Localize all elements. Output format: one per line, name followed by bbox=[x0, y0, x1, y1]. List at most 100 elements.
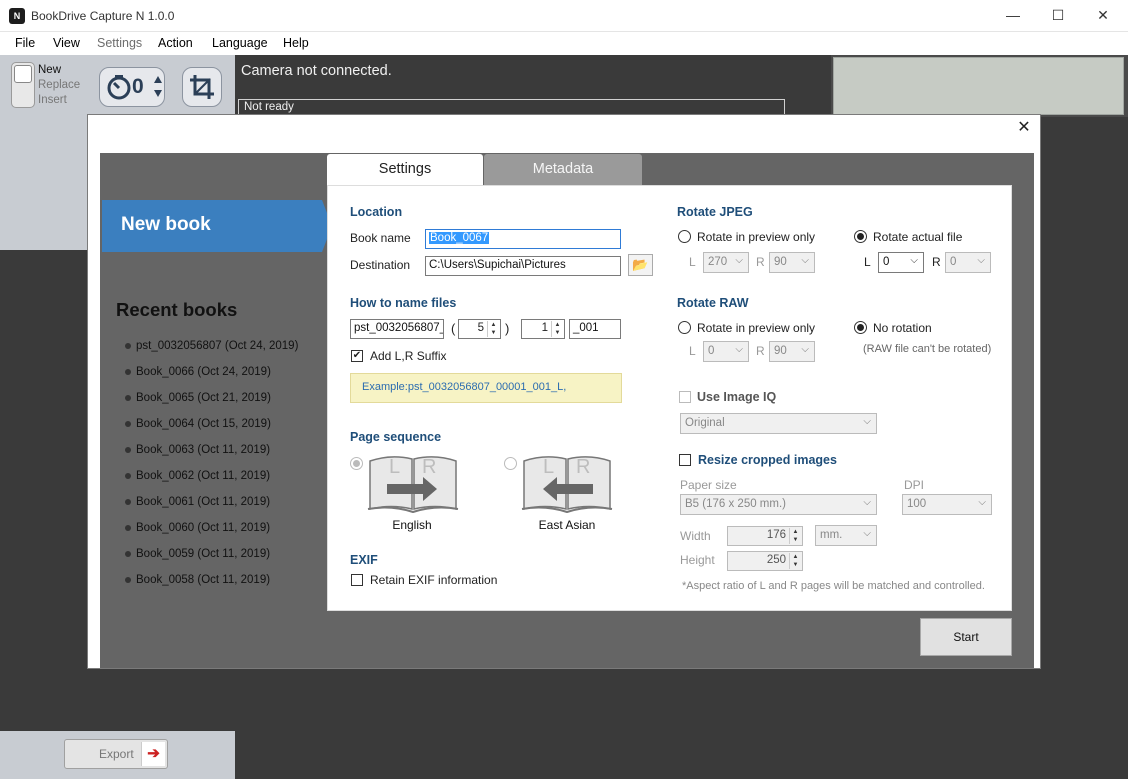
recent-book-item[interactable]: pst_0032056807 (Oct 24, 2019) bbox=[124, 339, 298, 365]
chevron-down-icon: ⌵ bbox=[735, 344, 743, 355]
destination-input[interactable]: C:\Users\Supichai\Pictures bbox=[425, 256, 621, 276]
self-timer-button[interactable]: 0 bbox=[99, 67, 165, 107]
retain-exif-checkbox[interactable] bbox=[351, 574, 363, 586]
dialog-close-icon[interactable]: ✕ bbox=[1014, 118, 1034, 138]
new-book-banner[interactable]: New book bbox=[102, 200, 332, 252]
raw-r-value: 90 bbox=[774, 345, 787, 357]
file-prefix-input[interactable]: pst_0032056807_ bbox=[350, 319, 444, 339]
english-book-icon[interactable] bbox=[367, 451, 459, 514]
destination-label: Destination bbox=[350, 258, 411, 272]
recent-books-list: pst_0032056807 (Oct 24, 2019) Book_0066 … bbox=[124, 339, 298, 599]
export-button[interactable]: Export ➔ bbox=[64, 739, 168, 769]
browse-folder-button[interactable]: 📂 bbox=[628, 254, 653, 276]
width-stepper[interactable]: 176 ▲ ▼ bbox=[727, 526, 803, 546]
start-button[interactable]: Start bbox=[920, 618, 1012, 656]
title-bar: N BookDrive Capture N 1.0.0 — ☐ ✕ bbox=[0, 0, 1128, 32]
close-paren: ) bbox=[505, 321, 510, 336]
raw-r-select[interactable]: 90 ⌵ bbox=[769, 341, 815, 362]
raw-preview-only-label: Rotate in preview only bbox=[697, 321, 816, 335]
unit-value: mm. bbox=[820, 529, 843, 541]
folder-icon: 📂 bbox=[632, 257, 649, 272]
raw-l-select[interactable]: 0 ⌵ bbox=[703, 341, 749, 362]
stepper-arrows-icon[interactable]: ▲ ▼ bbox=[487, 321, 499, 337]
app-icon: N bbox=[9, 8, 25, 24]
timer-icon bbox=[107, 75, 131, 100]
east-asian-sequence-radio[interactable] bbox=[504, 457, 517, 470]
jpeg-actual-file-radio[interactable] bbox=[854, 230, 867, 243]
paper-size-select[interactable]: B5 (176 x 250 mm.) ⌵ bbox=[680, 494, 877, 515]
export-label: Export bbox=[99, 747, 134, 761]
crop-button[interactable] bbox=[182, 67, 222, 107]
digits-stepper[interactable]: 5 ▲ ▼ bbox=[458, 319, 501, 339]
resize-cropped-checkbox[interactable] bbox=[679, 454, 691, 466]
raw-preview-only-radio[interactable] bbox=[678, 321, 691, 334]
add-lr-suffix-label: Add L,R Suffix bbox=[370, 349, 447, 363]
menu-bar: File View Settings Action Language Help bbox=[0, 32, 1128, 55]
jpeg-actual-r-label: R bbox=[932, 255, 941, 269]
book-name-value: Book_0067 bbox=[429, 232, 490, 244]
mode-insert-label[interactable]: Insert bbox=[38, 94, 67, 106]
dpi-select[interactable]: 100 ⌵ bbox=[902, 494, 992, 515]
stepper-arrows-icon[interactable]: ▲ ▼ bbox=[551, 321, 563, 337]
east-asian-book-letter-r: R bbox=[576, 456, 591, 478]
raw-l-value: 0 bbox=[708, 345, 715, 357]
add-lr-suffix-checkbox[interactable]: ✔ bbox=[351, 350, 363, 362]
checkmark-icon: ✔ bbox=[352, 350, 362, 361]
recent-book-item[interactable]: Book_0063 (Oct 11, 2019) bbox=[124, 443, 298, 469]
naming-title: How to name files bbox=[350, 296, 457, 310]
image-iq-select[interactable]: Original ⌵ bbox=[680, 413, 877, 434]
mode-replace-label[interactable]: Replace bbox=[38, 79, 80, 91]
raw-no-rotation-radio[interactable] bbox=[854, 321, 867, 334]
preview-thumbnail bbox=[833, 57, 1124, 115]
east-asian-book-icon[interactable] bbox=[521, 451, 613, 514]
english-book-letter-l: L bbox=[389, 456, 401, 478]
menu-view[interactable]: View bbox=[53, 36, 80, 50]
retain-exif-label: Retain EXIF information bbox=[370, 573, 498, 587]
height-stepper[interactable]: 250 ▲ ▼ bbox=[727, 551, 803, 571]
recent-book-item[interactable]: Book_0058 (Oct 11, 2019) bbox=[124, 573, 298, 599]
window-title: BookDrive Capture N 1.0.0 bbox=[31, 9, 175, 23]
tab-settings[interactable]: Settings bbox=[327, 154, 483, 185]
close-window-button[interactable]: ✕ bbox=[1080, 0, 1126, 31]
chevron-down-icon: ⌵ bbox=[735, 255, 743, 266]
crop-icon bbox=[190, 75, 214, 99]
recent-book-item[interactable]: Book_0064 (Oct 15, 2019) bbox=[124, 417, 298, 443]
chevron-down-icon: ⌵ bbox=[977, 255, 985, 266]
recent-book-item[interactable]: Book_0061 (Oct 11, 2019) bbox=[124, 495, 298, 521]
start-number-stepper[interactable]: 1 ▲ ▼ bbox=[521, 319, 565, 339]
tab-metadata[interactable]: Metadata bbox=[484, 154, 642, 185]
unit-select[interactable]: mm. ⌵ bbox=[815, 525, 877, 546]
rotate-jpeg-title: Rotate JPEG bbox=[677, 205, 753, 219]
mode-new-label[interactable]: New bbox=[38, 64, 61, 76]
english-label: English bbox=[392, 518, 432, 532]
jpeg-actual-l-select[interactable]: 0 ⌵ bbox=[878, 252, 924, 273]
jpeg-preview-l-select[interactable]: 270 ⌵ bbox=[703, 252, 749, 273]
file-suffix-input[interactable]: _001 bbox=[569, 319, 621, 339]
recent-book-item[interactable]: Book_0059 (Oct 11, 2019) bbox=[124, 547, 298, 573]
jpeg-preview-r-select[interactable]: 90 ⌵ bbox=[769, 252, 815, 273]
recent-book-item[interactable]: Book_0060 (Oct 11, 2019) bbox=[124, 521, 298, 547]
jpeg-preview-l-value: 270 bbox=[708, 256, 728, 268]
menu-language[interactable]: Language bbox=[212, 36, 268, 50]
maximize-button[interactable]: ☐ bbox=[1035, 0, 1081, 31]
book-name-input[interactable]: Book_0067 bbox=[425, 229, 621, 249]
capture-mode-switch[interactable] bbox=[11, 62, 35, 108]
recent-book-item[interactable]: Book_0065 (Oct 21, 2019) bbox=[124, 391, 298, 417]
stepper-arrows-icon[interactable]: ▲ ▼ bbox=[789, 528, 801, 544]
jpeg-preview-only-radio[interactable] bbox=[678, 230, 691, 243]
stepper-arrows-icon[interactable]: ▲ ▼ bbox=[789, 553, 801, 569]
menu-settings[interactable]: Settings bbox=[97, 36, 142, 50]
english-sequence-radio[interactable] bbox=[350, 457, 363, 470]
paper-size-label: Paper size bbox=[680, 478, 737, 492]
chevron-down-icon: ⌵ bbox=[801, 344, 809, 355]
minimize-button[interactable]: — bbox=[990, 0, 1036, 31]
jpeg-actual-r-select[interactable]: 0 ⌵ bbox=[945, 252, 991, 273]
menu-help[interactable]: Help bbox=[283, 36, 309, 50]
use-image-iq-checkbox[interactable] bbox=[679, 391, 691, 403]
menu-file[interactable]: File bbox=[15, 36, 35, 50]
jpeg-preview-l-label: L bbox=[689, 255, 696, 269]
menu-action[interactable]: Action bbox=[158, 36, 193, 50]
recent-book-item[interactable]: Book_0062 (Oct 11, 2019) bbox=[124, 469, 298, 495]
recent-book-item[interactable]: Book_0066 (Oct 24, 2019) bbox=[124, 365, 298, 391]
timer-stepper-icon[interactable] bbox=[153, 75, 163, 99]
